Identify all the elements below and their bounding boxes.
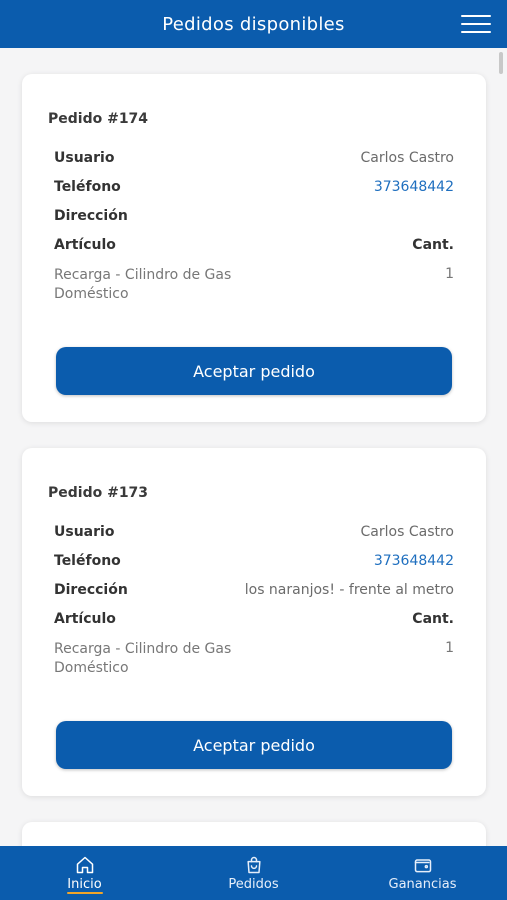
address-value: los naranjos! - frente al metro xyxy=(244,582,454,598)
item-header-row: Artículo Cant. xyxy=(54,609,454,629)
user-label: Usuario xyxy=(54,524,115,540)
phone-link[interactable]: 373648442 xyxy=(374,179,454,195)
nav-label: Pedidos xyxy=(228,876,279,892)
item-row: Recarga - Cilindro de Gas Doméstico 1 xyxy=(54,266,454,304)
order-card: Pedido #173 Usuario Carlos Castro Teléfo… xyxy=(22,448,486,796)
item-name: Recarga - Cilindro de Gas Doméstico xyxy=(54,641,232,676)
item-qty: 1 xyxy=(445,640,454,656)
bottom-navigation: Inicio Pedidos Ganancias xyxy=(0,846,507,900)
phone-label: Teléfono xyxy=(54,553,121,569)
hamburger-menu-icon[interactable] xyxy=(461,15,491,33)
user-label: Usuario xyxy=(54,150,115,166)
wallet-icon xyxy=(414,858,431,872)
address-row: Dirección xyxy=(54,206,454,226)
nav-item-pedidos[interactable]: Pedidos xyxy=(169,846,338,900)
phone-label: Teléfono xyxy=(54,179,121,195)
item-header-row: Artículo Cant. xyxy=(54,235,454,255)
phone-row: Teléfono 373648442 xyxy=(54,177,454,197)
item-label: Artículo xyxy=(54,611,116,627)
order-card: Pedido #174 Usuario Carlos Castro Teléfo… xyxy=(22,74,486,422)
user-value: Carlos Castro xyxy=(360,524,454,540)
order-card-partial xyxy=(22,822,486,846)
nav-item-ganancias[interactable]: Ganancias xyxy=(338,846,507,900)
qty-label: Cant. xyxy=(412,611,454,627)
accept-order-button[interactable]: Aceptar pedido xyxy=(56,721,452,769)
orders-list[interactable]: Pedido #174 Usuario Carlos Castro Teléfo… xyxy=(0,48,507,846)
address-label: Dirección xyxy=(54,582,128,598)
nav-item-inicio[interactable]: Inicio xyxy=(0,846,169,900)
home-icon xyxy=(76,856,93,873)
address-row: Dirección los naranjos! - frente al metr… xyxy=(54,580,454,600)
phone-link[interactable]: 373648442 xyxy=(374,553,454,569)
address-label: Dirección xyxy=(54,208,128,224)
qty-label: Cant. xyxy=(412,237,454,253)
active-indicator xyxy=(66,892,103,894)
order-title: Pedido #173 xyxy=(48,485,149,501)
item-name: Recarga - Cilindro de Gas Doméstico xyxy=(54,267,232,302)
accept-order-button[interactable]: Aceptar pedido xyxy=(56,347,452,395)
shopping-bag-icon xyxy=(246,856,261,873)
scrollbar[interactable] xyxy=(499,52,503,74)
item-row: Recarga - Cilindro de Gas Doméstico 1 xyxy=(54,640,454,678)
user-row: Usuario Carlos Castro xyxy=(54,522,454,542)
item-label: Artículo xyxy=(54,237,116,253)
page-title: Pedidos disponibles xyxy=(162,13,345,35)
phone-row: Teléfono 373648442 xyxy=(54,551,454,571)
order-title: Pedido #174 xyxy=(48,111,149,127)
app: Pedidos disponibles Pedido #174 Usuario … xyxy=(0,0,507,900)
user-value: Carlos Castro xyxy=(360,150,454,166)
top-app-bar: Pedidos disponibles xyxy=(0,0,507,48)
user-row: Usuario Carlos Castro xyxy=(54,148,454,168)
item-qty: 1 xyxy=(445,266,454,282)
nav-label: Inicio xyxy=(67,876,102,892)
nav-label: Ganancias xyxy=(388,876,457,892)
